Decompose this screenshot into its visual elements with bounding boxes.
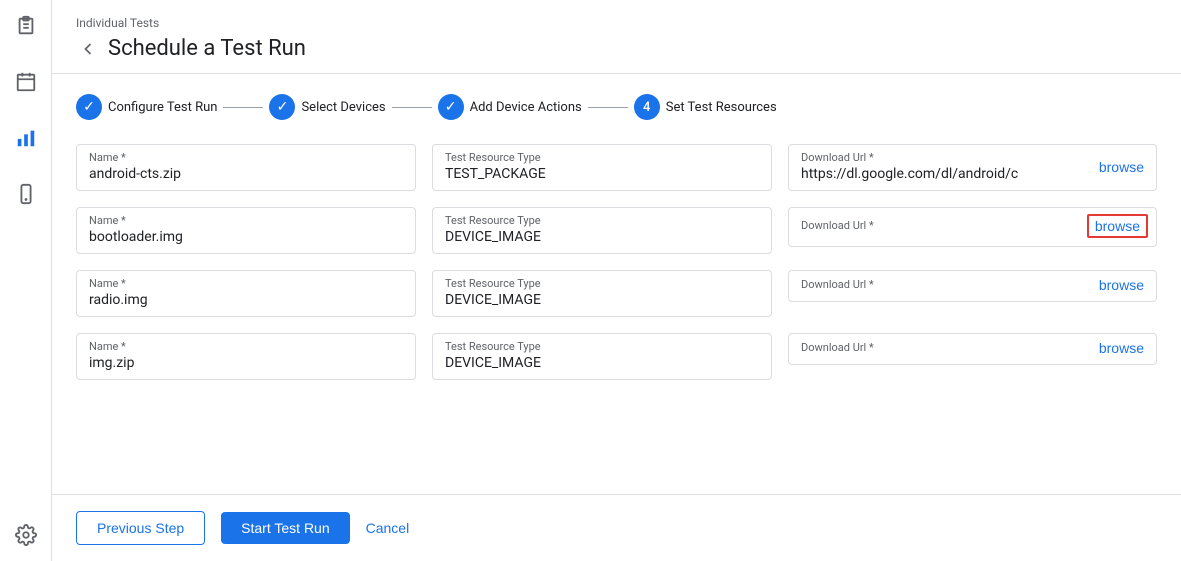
type-value-3: DEVICE_IMAGE [445, 355, 759, 371]
type-label-1: Test Resource Type [445, 214, 759, 227]
browse-button-3[interactable]: browse [1095, 340, 1148, 356]
name-value-0: android-cts.zip [89, 166, 403, 182]
settings-icon[interactable] [12, 521, 40, 549]
stepper: Configure Test Run Select Devices Add De… [76, 94, 1157, 120]
page-header: Individual Tests Schedule a Test Run [52, 0, 1181, 74]
browse-button-0[interactable]: browse [1095, 159, 1148, 175]
step-connector-1 [223, 107, 263, 108]
step-add-actions: Add Device Actions [438, 94, 582, 120]
step1-circle [76, 94, 102, 120]
step2-label: Select Devices [301, 100, 385, 115]
phone-icon[interactable] [12, 180, 40, 208]
step4-circle: 4 [634, 94, 660, 120]
content-area: Configure Test Run Select Devices Add De… [52, 74, 1181, 494]
resource-form: Name * android-cts.zip Test Resource Typ… [76, 144, 1157, 380]
type-field-1: Test Resource Type DEVICE_IMAGE [432, 207, 772, 254]
type-label-0: Test Resource Type [445, 151, 759, 164]
url-field-1: Download Url * browse [788, 207, 1157, 247]
footer: Previous Step Start Test Run Cancel [52, 494, 1181, 561]
url-label-1: Download Url * [801, 219, 1087, 232]
url-label-0: Download Url * [801, 151, 1095, 164]
name-label-0: Name * [89, 151, 403, 164]
step-select-devices: Select Devices [269, 94, 385, 120]
step1-label: Configure Test Run [108, 100, 217, 115]
type-field-3: Test Resource Type DEVICE_IMAGE [432, 333, 772, 380]
step3-label: Add Device Actions [470, 100, 582, 115]
url-inner-0: Download Url * https://dl.google.com/dl/… [801, 151, 1095, 182]
type-field-2: Test Resource Type DEVICE_IMAGE [432, 270, 772, 317]
name-label-2: Name * [89, 277, 403, 290]
url-label-3: Download Url * [801, 341, 1095, 354]
step3-circle [438, 94, 464, 120]
main-panel: Individual Tests Schedule a Test Run Con… [52, 0, 1181, 561]
calendar-icon[interactable] [12, 68, 40, 96]
sidebar [0, 0, 52, 561]
name-field-0: Name * android-cts.zip [76, 144, 416, 191]
resource-row: Name * img.zip Test Resource Type DEVICE… [76, 333, 1157, 380]
url-inner-2: Download Url * [801, 278, 1095, 293]
url-value-0: https://dl.google.com/dl/android/c [801, 166, 1095, 182]
name-label-3: Name * [89, 340, 403, 353]
step-configure: Configure Test Run [76, 94, 217, 120]
type-value-2: DEVICE_IMAGE [445, 292, 759, 308]
type-label-3: Test Resource Type [445, 340, 759, 353]
step-connector-2 [392, 107, 432, 108]
previous-step-button[interactable]: Previous Step [76, 511, 205, 545]
clipboard-icon[interactable] [12, 12, 40, 40]
back-button[interactable] [76, 37, 100, 61]
resource-row: Name * bootloader.img Test Resource Type… [76, 207, 1157, 254]
url-label-2: Download Url * [801, 278, 1095, 291]
type-value-1: DEVICE_IMAGE [445, 229, 759, 245]
breadcrumb: Individual Tests [76, 16, 1157, 30]
url-inner-1: Download Url * [801, 219, 1087, 234]
step-set-resources: 4 Set Test Resources [634, 94, 777, 120]
type-value-0: TEST_PACKAGE [445, 166, 759, 182]
step4-label: Set Test Resources [666, 100, 777, 115]
name-value-3: img.zip [89, 355, 403, 371]
page-title: Schedule a Test Run [108, 36, 306, 61]
resource-row: Name * android-cts.zip Test Resource Typ… [76, 144, 1157, 191]
name-field-3: Name * img.zip [76, 333, 416, 380]
url-field-2: Download Url * browse [788, 270, 1157, 302]
name-label-1: Name * [89, 214, 403, 227]
step2-circle [269, 94, 295, 120]
resource-row: Name * radio.img Test Resource Type DEVI… [76, 270, 1157, 317]
browse-button-1[interactable]: browse [1087, 214, 1148, 238]
start-test-run-button[interactable]: Start Test Run [221, 512, 349, 544]
name-field-2: Name * radio.img [76, 270, 416, 317]
url-inner-3: Download Url * [801, 341, 1095, 356]
cancel-button[interactable]: Cancel [366, 520, 410, 536]
type-field-0: Test Resource Type TEST_PACKAGE [432, 144, 772, 191]
browse-button-2[interactable]: browse [1095, 277, 1148, 293]
name-field-1: Name * bootloader.img [76, 207, 416, 254]
name-value-2: radio.img [89, 292, 403, 308]
url-field-3: Download Url * browse [788, 333, 1157, 365]
url-field-0: Download Url * https://dl.google.com/dl/… [788, 144, 1157, 191]
name-value-1: bootloader.img [89, 229, 403, 245]
chart-icon[interactable] [12, 124, 40, 152]
type-label-2: Test Resource Type [445, 277, 759, 290]
step-connector-3 [588, 107, 628, 108]
